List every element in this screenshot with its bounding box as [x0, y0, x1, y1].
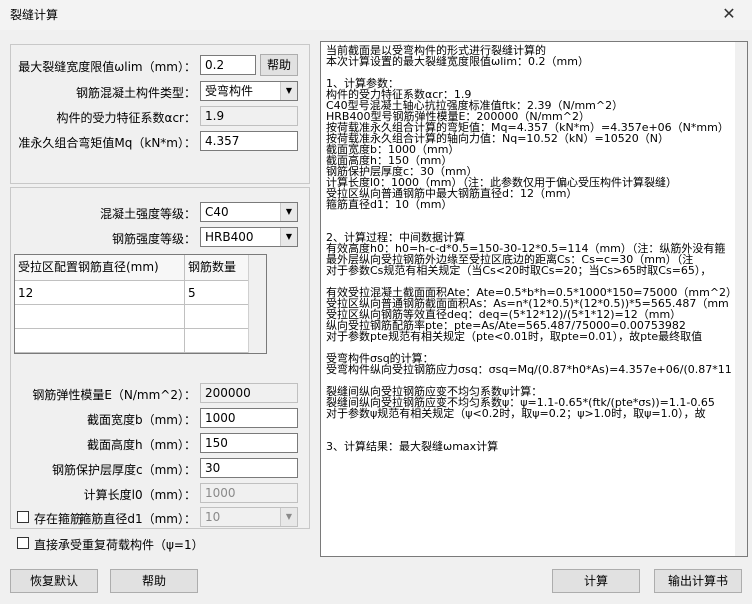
length-l0-label: 计算长度l0（mm）： — [83, 488, 196, 502]
repeat-load-checkbox[interactable] — [17, 537, 29, 549]
close-icon[interactable]: ✕ — [706, 0, 752, 30]
steel-grade-select[interactable]: HRB400 ▼ — [200, 227, 298, 247]
result-scrollbar[interactable] — [735, 42, 747, 556]
es-label: 钢筋弹性模量E（N/mm^2）： — [32, 388, 196, 402]
table-row-3-count[interactable] — [185, 329, 249, 353]
stirrup-diam-value: 10 — [205, 510, 221, 524]
chevron-down-icon: ▼ — [280, 82, 297, 100]
mq-input[interactable]: 4.357 — [200, 131, 298, 151]
table-row-1-diameter[interactable]: 12 — [15, 281, 185, 305]
cover-c-label: 钢筋保护层厚度c（mm）： — [52, 463, 196, 477]
steel-grade-value: HRB400 — [205, 230, 254, 244]
acr-label: 构件的受力特征系数αcr： — [56, 111, 196, 125]
length-l0-input: 1000 — [200, 483, 298, 503]
steel-grade-label: 钢筋强度等级： — [111, 232, 196, 246]
stirrup-checkbox[interactable] — [17, 511, 29, 523]
table-row-3-diameter[interactable] — [15, 329, 185, 353]
grid-header-diameter: 受拉区配置钢筋直径(mm) — [15, 255, 185, 281]
rebar-grid[interactable]: 受拉区配置钢筋直径(mm) 钢筋数量 12 5 — [14, 254, 267, 354]
stirrup-diam-label: 箍筋直径d1（mm）： — [79, 512, 196, 526]
es-field: 200000 — [200, 383, 298, 403]
chevron-down-icon: ▼ — [280, 203, 297, 221]
help-button[interactable]: 帮助 — [110, 569, 198, 593]
width-b-label: 截面宽度b（mm）： — [87, 413, 196, 427]
title-bar: 裂缝计算 ✕ — [0, 0, 752, 30]
concrete-grade-label: 混凝土强度等级： — [99, 207, 196, 221]
mq-label: 准永久组合弯矩值Mq（kN*m）： — [18, 136, 196, 150]
member-type-select[interactable]: 受弯构件 ▼ — [200, 81, 298, 101]
wlim-label: 最大裂缝宽度限值ωlim（mm）： — [18, 60, 196, 74]
member-type-value: 受弯构件 — [205, 84, 254, 98]
width-b-input[interactable]: 1000 — [200, 408, 298, 428]
grid-scrollbar[interactable] — [248, 255, 266, 353]
concrete-grade-value: C40 — [205, 205, 229, 219]
table-row-2-diameter[interactable] — [15, 305, 185, 329]
result-text: 当前截面是以受弯构件的形式进行裂缝计算的 本次计算设置的最大裂缝宽度限值ωlim… — [326, 44, 738, 453]
height-h-label: 截面高度h（mm）： — [87, 438, 196, 452]
concrete-grade-select[interactable]: C40 ▼ — [200, 202, 298, 222]
result-textarea[interactable]: 当前截面是以受弯构件的形式进行裂缝计算的 本次计算设置的最大裂缝宽度限值ωlim… — [320, 41, 748, 557]
stirrup-check-label: 存在箍筋 — [34, 512, 83, 526]
cover-c-input[interactable]: 30 — [200, 458, 298, 478]
grid-header-count: 钢筋数量 — [185, 255, 249, 281]
export-report-button[interactable]: 输出计算书 — [654, 569, 742, 593]
reset-defaults-button[interactable]: 恢复默认 — [10, 569, 98, 593]
chevron-down-icon: ▼ — [280, 508, 297, 526]
member-type-label: 钢筋混凝土构件类型： — [75, 86, 196, 100]
window-title: 裂缝计算 — [10, 8, 59, 22]
table-row-1-count[interactable]: 5 — [185, 281, 249, 305]
stirrup-diam-select: 10 ▼ — [200, 507, 298, 527]
table-row-2-count[interactable] — [185, 305, 249, 329]
wlim-help-button[interactable]: 帮助 — [260, 54, 298, 76]
calculate-button[interactable]: 计算 — [552, 569, 640, 593]
height-h-input[interactable]: 150 — [200, 433, 298, 453]
chevron-down-icon: ▼ — [280, 228, 297, 246]
wlim-input[interactable]: 0.2 — [200, 55, 256, 75]
repeat-load-label: 直接承受重复荷载构件（ψ=1） — [34, 538, 204, 552]
acr-field: 1.9 — [200, 106, 298, 126]
